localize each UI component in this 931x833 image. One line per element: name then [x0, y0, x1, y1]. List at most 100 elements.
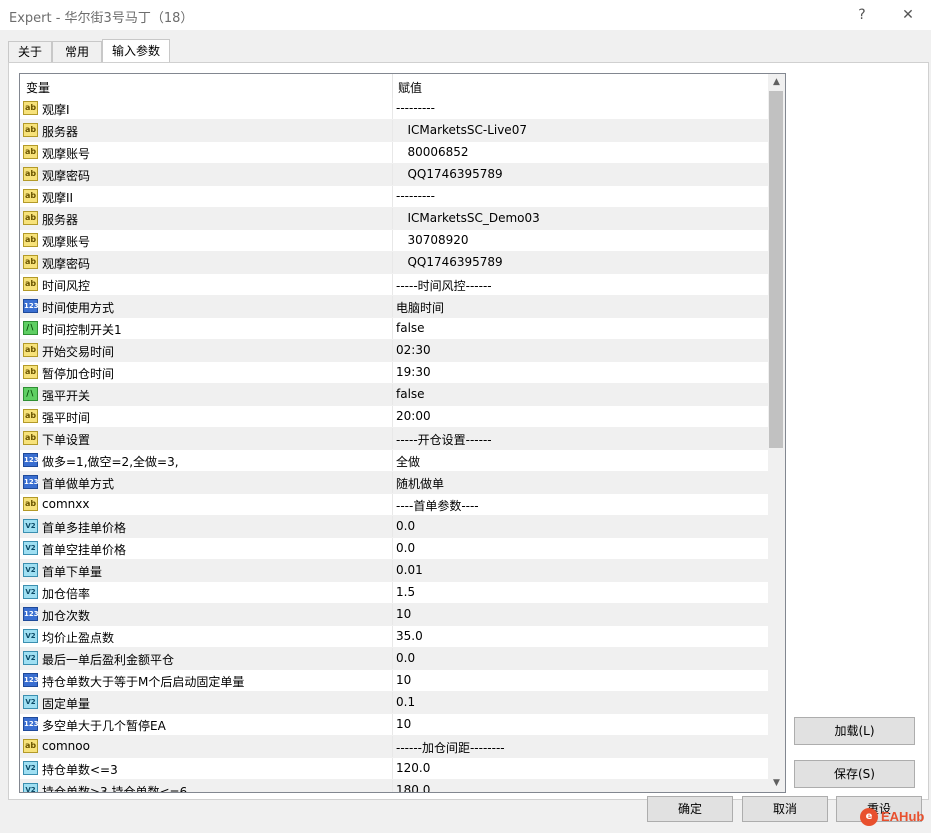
table-row[interactable]: ∕∖ 强平开关 false: [20, 384, 768, 406]
table-row[interactable]: ab 观摩II ---------: [20, 186, 768, 208]
column-divider: [392, 340, 393, 361]
param-type-ab-icon: ab: [23, 739, 38, 753]
param-value[interactable]: 02:30: [396, 343, 431, 357]
table-row[interactable]: ab 观摩密码 QQ1746395789: [20, 164, 768, 186]
param-value[interactable]: 10: [396, 717, 411, 731]
table-row[interactable]: ab 服务器 ICMarketsSC_Demo03: [20, 208, 768, 230]
param-value[interactable]: false: [396, 387, 425, 401]
column-divider: [392, 208, 393, 229]
tab-about[interactable]: 关于: [8, 41, 52, 63]
param-value[interactable]: 35.0: [396, 629, 423, 643]
table-row[interactable]: V2 首单下单量 0.01: [20, 560, 768, 582]
table-row[interactable]: ab comnoo ------加仓间距--------: [20, 736, 768, 758]
table-row[interactable]: V2 持仓单数>3 持仓单数<=6 180.0: [20, 780, 768, 792]
param-type-bool-icon: ∕∖: [23, 321, 38, 335]
table-row[interactable]: ab 服务器 ICMarketsSC-Live07: [20, 120, 768, 142]
table-row[interactable]: V2 最后一单后盈利金额平仓 0.0: [20, 648, 768, 670]
param-type-ab-icon: ab: [23, 211, 38, 225]
load-button[interactable]: 加载(L): [794, 717, 915, 745]
param-value[interactable]: 全做: [396, 453, 420, 470]
param-name: 首单做单方式: [42, 477, 115, 491]
table-row[interactable]: ab 观摩账号 80006852: [20, 142, 768, 164]
cancel-button[interactable]: 取消: [742, 796, 828, 822]
param-value[interactable]: 10: [396, 607, 411, 621]
close-button[interactable]: ✕: [896, 4, 920, 26]
table-row[interactable]: 123 首单做单方式 随机做单: [20, 472, 768, 494]
param-value[interactable]: 30708920: [396, 233, 468, 247]
table-row[interactable]: V2 首单多挂单价格 0.0: [20, 516, 768, 538]
param-value[interactable]: 19:30: [396, 365, 431, 379]
scroll-thumb[interactable]: [769, 91, 783, 448]
table-row[interactable]: ab comnxx ----首单参数----: [20, 494, 768, 516]
scroll-down-icon[interactable]: ▼: [768, 775, 785, 792]
ok-button[interactable]: 确定: [647, 796, 733, 822]
param-value[interactable]: QQ1746395789: [396, 255, 502, 269]
table-row[interactable]: V2 均价止盈点数 35.0: [20, 626, 768, 648]
param-value[interactable]: false: [396, 321, 425, 335]
param-type-dbl-icon: V2: [23, 519, 38, 533]
param-type-dbl-icon: V2: [23, 629, 38, 643]
table-row[interactable]: V2 加仓倍率 1.5: [20, 582, 768, 604]
param-value[interactable]: 电脑时间: [396, 299, 444, 316]
column-divider: [392, 604, 393, 625]
column-divider: [392, 472, 393, 493]
param-value[interactable]: 0.0: [396, 541, 415, 555]
param-value[interactable]: QQ1746395789: [396, 167, 502, 181]
param-type-num-icon: 123: [23, 673, 39, 687]
table-row[interactable]: 123 加仓次数 10: [20, 604, 768, 626]
table-row[interactable]: 123 做多=1,做空=2,全做=3, 全做: [20, 450, 768, 472]
header-variable[interactable]: 变量: [26, 79, 50, 96]
header-value[interactable]: 赋值: [398, 79, 422, 96]
param-value[interactable]: 0.0: [396, 651, 415, 665]
param-value[interactable]: 0.1: [396, 695, 415, 709]
param-value[interactable]: -----时间风控------: [396, 277, 492, 294]
table-row[interactable]: V2 首单空挂单价格 0.0: [20, 538, 768, 560]
param-name: 持仓单数大于等于M个后启动固定单量: [42, 675, 245, 689]
table-row[interactable]: ab 暂停加仓时间 19:30: [20, 362, 768, 384]
param-value[interactable]: ---------: [396, 101, 435, 115]
table-row[interactable]: ab 时间风控 -----时间风控------: [20, 274, 768, 296]
param-name: 最后一单后盈利金额平仓: [42, 653, 175, 667]
param-value[interactable]: ---------: [396, 189, 435, 203]
param-value[interactable]: ICMarketsSC-Live07: [396, 123, 527, 137]
param-value[interactable]: ICMarketsSC_Demo03: [396, 211, 539, 225]
table-row[interactable]: ab 观摩密码 QQ1746395789: [20, 252, 768, 274]
grid-header: 变量 赋值: [20, 74, 768, 98]
param-value[interactable]: 随机做单: [396, 475, 444, 492]
param-value[interactable]: -----开仓设置------: [396, 431, 492, 448]
vertical-scrollbar[interactable]: ▲ ▼: [768, 74, 785, 792]
param-value[interactable]: 120.0: [396, 761, 430, 775]
param-name: 观摩密码: [42, 257, 91, 271]
param-value[interactable]: 20:00: [396, 409, 431, 423]
param-name: 时间使用方式: [42, 301, 115, 315]
table-row[interactable]: ab 强平时间 20:00: [20, 406, 768, 428]
tab-inputs[interactable]: 输入参数: [102, 39, 170, 64]
param-value[interactable]: 180.0: [396, 783, 430, 792]
column-divider: [392, 516, 393, 537]
param-value[interactable]: 0.0: [396, 519, 415, 533]
table-row[interactable]: 123 持仓单数大于等于M个后启动固定单量 10: [20, 670, 768, 692]
param-value[interactable]: ------加仓间距--------: [396, 739, 505, 756]
table-row[interactable]: ∕∖ 时间控制开关1 false: [20, 318, 768, 340]
table-row[interactable]: 123 多空单大于几个暂停EA 10: [20, 714, 768, 736]
column-divider: [392, 98, 393, 119]
param-value[interactable]: 1.5: [396, 585, 415, 599]
table-row[interactable]: ab 开始交易时间 02:30: [20, 340, 768, 362]
tab-common[interactable]: 常用: [52, 41, 102, 63]
table-row[interactable]: ab 观摩账号 30708920: [20, 230, 768, 252]
table-row[interactable]: ab 观摩I ---------: [20, 98, 768, 120]
param-type-bool-icon: ∕∖: [23, 387, 38, 401]
param-value[interactable]: 80006852: [396, 145, 468, 159]
table-row[interactable]: 123 时间使用方式 电脑时间: [20, 296, 768, 318]
table-row[interactable]: V2 持仓单数<=3 120.0: [20, 758, 768, 780]
save-button[interactable]: 保存(S): [794, 760, 915, 788]
param-value[interactable]: 0.01: [396, 563, 423, 577]
scroll-up-icon[interactable]: ▲: [768, 74, 785, 91]
table-row[interactable]: V2 固定单量 0.1: [20, 692, 768, 714]
help-button[interactable]: ?: [850, 4, 874, 26]
param-value[interactable]: ----首单参数----: [396, 497, 479, 514]
column-divider: [392, 142, 393, 163]
table-row[interactable]: ab 下单设置 -----开仓设置------: [20, 428, 768, 450]
param-name: 服务器: [42, 213, 79, 227]
param-value[interactable]: 10: [396, 673, 411, 687]
